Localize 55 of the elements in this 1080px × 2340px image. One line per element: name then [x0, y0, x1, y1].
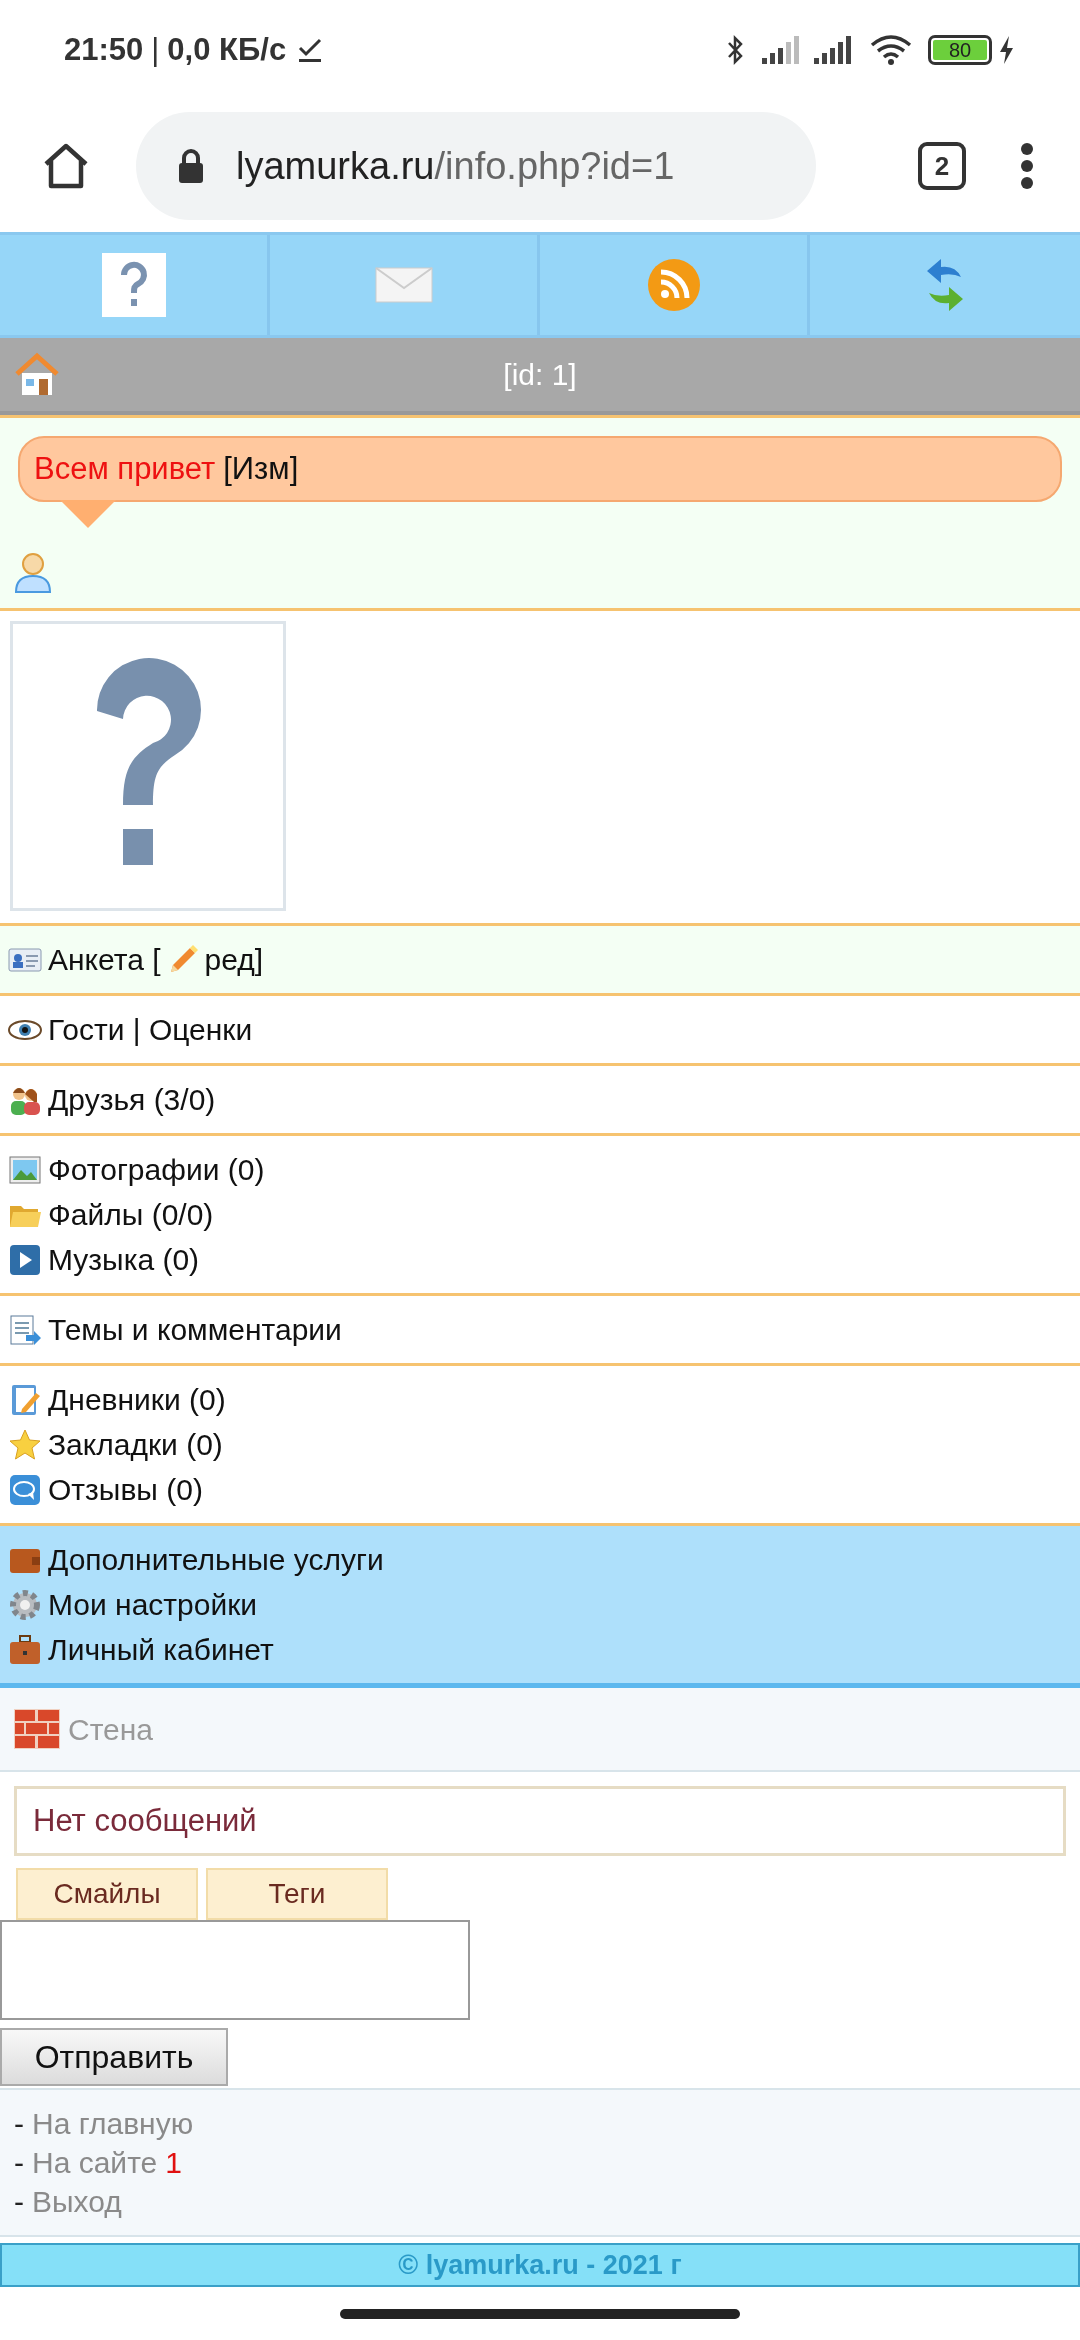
- house-icon[interactable]: [14, 351, 60, 398]
- menu-link[interactable]: Музыка (0): [48, 1237, 200, 1282]
- envelope-icon: [374, 265, 433, 305]
- edit-link[interactable]: [Изм]: [223, 445, 299, 493]
- network-speed: 0,0 КБ/с: [167, 30, 287, 69]
- copyright: © lyamurka.ru - 2021 г: [398, 2248, 682, 2282]
- notepad-icon: [8, 1312, 42, 1347]
- edit-link[interactable]: ред]: [204, 937, 264, 982]
- play-icon: [8, 1242, 42, 1277]
- tool-button[interactable]: Смайлы: [16, 1868, 198, 1920]
- menu-link[interactable]: Отзывы (0): [48, 1467, 203, 1512]
- menu-link[interactable]: Закладки (0): [48, 1422, 223, 1467]
- wifi-icon: [870, 34, 912, 66]
- menu-link[interactable]: Файлы (0/0): [48, 1192, 214, 1237]
- briefcase-icon: [8, 1632, 42, 1667]
- status-message: Всем привет: [34, 449, 216, 488]
- menu-link[interactable]: Дополнительные услуги: [48, 1537, 384, 1582]
- wall-title: Стена: [68, 1711, 153, 1748]
- menu-link[interactable]: Гости | Оценки: [48, 1007, 253, 1052]
- bluetooth-icon: [726, 34, 744, 66]
- url-text: lyamurka.ru/info.php?id=1: [236, 143, 675, 189]
- battery-indicator: 80: [928, 35, 992, 65]
- address-bar[interactable]: lyamurka.ru/info.php?id=1: [136, 112, 816, 220]
- menu-link[interactable]: Анкета [: [48, 937, 161, 982]
- list-dash: -: [14, 2106, 24, 2142]
- more-icon[interactable]: [1020, 142, 1034, 190]
- page-title: [id: 1]: [503, 357, 577, 393]
- menu-link[interactable]: Темы и комментарии: [48, 1307, 342, 1352]
- send-button[interactable]: Отправить: [0, 2028, 228, 2086]
- message-input[interactable]: [0, 1920, 470, 2020]
- speech-bubble-icon: [8, 1472, 42, 1507]
- online-count: 1: [165, 2145, 182, 2181]
- question-mark-icon: [101, 253, 166, 317]
- menu-link[interactable]: Друзья (3/0): [48, 1077, 216, 1122]
- menu-link[interactable]: Личный кабинет: [48, 1627, 274, 1672]
- tab-count-button[interactable]: 2: [918, 142, 966, 190]
- clock: 21:50: [64, 30, 144, 69]
- user-icon: [14, 552, 52, 594]
- message-box: Нет сообщений: [14, 1786, 1066, 1856]
- menu-link[interactable]: Фотографии (0): [48, 1147, 265, 1192]
- tool-button[interactable]: Теги: [206, 1868, 388, 1920]
- list-dash: -: [14, 2145, 24, 2181]
- signal-icon: [814, 36, 854, 64]
- gear-icon: [8, 1587, 42, 1622]
- charging-icon: [998, 35, 1016, 65]
- separator: |: [151, 30, 160, 69]
- menu-link[interactable]: Мои настройки: [48, 1582, 258, 1627]
- rss-icon: [646, 258, 701, 312]
- star-icon: [8, 1427, 42, 1462]
- brick-wall-icon: [14, 1709, 60, 1749]
- list-dash: -: [14, 2184, 24, 2220]
- lock-icon: [176, 148, 206, 184]
- signal-icon: [762, 36, 802, 64]
- menu-link[interactable]: Дневники (0): [48, 1377, 226, 1422]
- home-indicator[interactable]: [340, 2308, 740, 2319]
